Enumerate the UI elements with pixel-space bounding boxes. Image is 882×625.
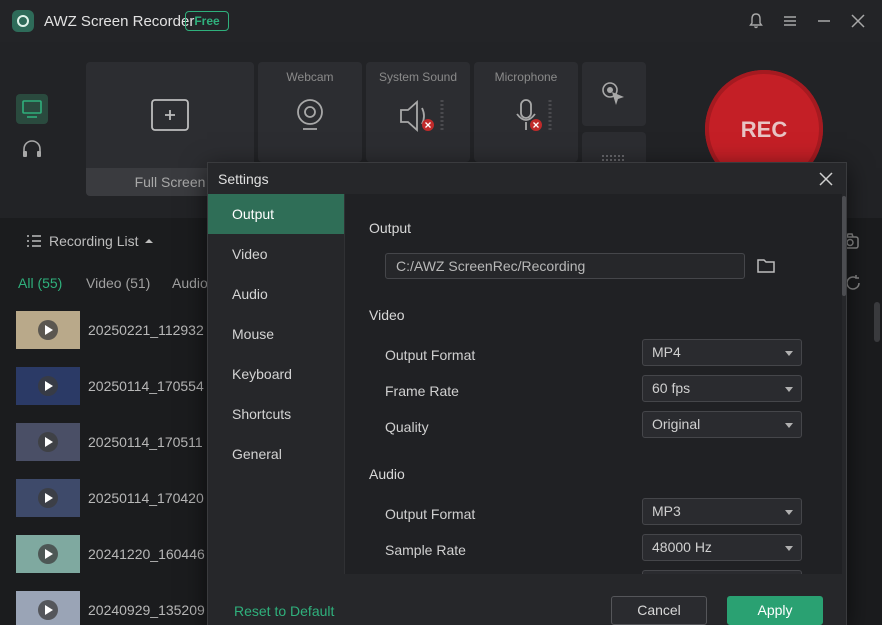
headphones-icon: [23, 140, 41, 157]
cancel-button[interactable]: Cancel: [611, 596, 707, 625]
chevron-down-icon: [785, 423, 793, 428]
audio-format-value: MP3: [652, 503, 681, 519]
recording-list-title[interactable]: Recording List: [49, 233, 139, 249]
settings-scrollbar[interactable]: [842, 196, 846, 296]
chevron-down-icon: [785, 387, 793, 392]
tab-audio[interactable]: Audio: [172, 275, 208, 291]
audio-format-select[interactable]: MP3: [642, 498, 802, 525]
recording-name: 20250114_170420: [88, 490, 204, 506]
dialog-title: Settings: [218, 171, 269, 187]
audio-section-title: Audio: [369, 466, 405, 482]
sort-up-icon[interactable]: [144, 237, 154, 245]
free-badge[interactable]: Free: [185, 11, 229, 31]
nav-keyboard[interactable]: Keyboard: [208, 354, 344, 394]
monitor-icon: [22, 100, 42, 118]
dialog-footer: Reset to Default Cancel Apply: [208, 574, 846, 625]
webcam-label: Webcam: [286, 70, 334, 84]
sample-rate-value: 48000 Hz: [652, 539, 712, 555]
rec-label: REC: [740, 117, 788, 142]
dialog-close-icon[interactable]: [816, 169, 836, 189]
list-item[interactable]: 20240929_135209: [16, 591, 216, 625]
nav-mouse[interactable]: Mouse: [208, 314, 344, 354]
recording-thumbnail: [16, 423, 80, 461]
frame-rate-select[interactable]: 60 fps: [642, 375, 802, 402]
recording-thumbnail: [16, 479, 80, 517]
chevron-down-icon: [785, 510, 793, 515]
recording-name: 20240929_135209: [88, 602, 205, 618]
audio-mode-button[interactable]: [16, 134, 48, 164]
nav-audio[interactable]: Audio: [208, 274, 344, 314]
settings-dialog: Settings Output Video Audio Mouse Keyboa…: [207, 162, 847, 625]
recording-name: 20250114_170554: [88, 378, 204, 394]
recording-thumbnail: [16, 311, 80, 349]
list-item[interactable]: 20250114_170420: [16, 479, 216, 519]
video-format-select[interactable]: MP4: [642, 339, 802, 366]
frame-rate-value: 60 fps: [652, 380, 691, 396]
app-title: AWZ Screen Recorder: [44, 13, 195, 30]
mouse-click-card[interactable]: [582, 62, 646, 126]
list-item[interactable]: 20241220_160446: [16, 535, 216, 575]
apply-button[interactable]: Apply: [727, 596, 823, 625]
play-icon[interactable]: [38, 544, 58, 564]
nav-video[interactable]: Video: [208, 234, 344, 274]
settings-content: Output C:/AWZ ScreenRec/Recording Video …: [344, 194, 842, 574]
close-icon[interactable]: [848, 11, 868, 31]
speaker-muted-icon: [400, 99, 444, 133]
list-item[interactable]: 20250114_170511: [16, 423, 216, 463]
microphone-card[interactable]: Microphone: [474, 62, 578, 162]
fullscreen-icon: [151, 99, 189, 131]
recording-name: 20250114_170511: [88, 434, 203, 450]
recording-name: 20250221_112932: [88, 322, 204, 338]
frame-rate-label: Frame Rate: [385, 383, 459, 399]
nav-output[interactable]: Output: [208, 194, 344, 234]
sample-rate-label: Sample Rate: [385, 542, 466, 558]
mic-muted-icon: [516, 99, 552, 132]
chevron-down-icon: [785, 351, 793, 356]
play-icon[interactable]: [38, 432, 58, 452]
cursor-click-icon: [602, 82, 624, 105]
play-icon[interactable]: [38, 488, 58, 508]
webcam-card[interactable]: Webcam: [258, 62, 362, 162]
list-icon: [27, 235, 41, 247]
output-section-title: Output: [369, 220, 412, 236]
recording-thumbnail: [16, 367, 80, 405]
title-bar: AWZ Screen Recorder Free: [0, 0, 882, 42]
output-path-field[interactable]: C:/AWZ ScreenRec/Recording: [385, 253, 745, 279]
settings-nav: Output Video Audio Mouse Keyboard Shortc…: [208, 194, 344, 574]
nav-general[interactable]: General: [208, 434, 344, 474]
recording-name: 20241220_160446: [88, 546, 205, 562]
recording-thumbnail: [16, 535, 80, 573]
video-section-title: Video: [369, 307, 405, 323]
app-logo-icon: [12, 10, 34, 32]
video-format-label: Output Format: [385, 347, 476, 363]
quality-select[interactable]: Original: [642, 411, 802, 438]
folder-icon[interactable]: [757, 258, 775, 274]
system-sound-label: System Sound: [378, 70, 458, 84]
list-item[interactable]: 20250221_112932: [16, 311, 216, 351]
sample-rate-select[interactable]: 48000 Hz: [642, 534, 802, 561]
play-icon[interactable]: [38, 600, 58, 620]
list-scrollbar[interactable]: [874, 302, 880, 342]
minimize-icon[interactable]: [814, 11, 834, 31]
play-icon[interactable]: [38, 376, 58, 396]
system-sound-card[interactable]: System Sound: [366, 62, 470, 162]
screen-mode-button[interactable]: [16, 94, 48, 124]
quality-value: Original: [652, 416, 701, 432]
list-item[interactable]: 20250114_170554: [16, 367, 216, 407]
audio-format-label: Output Format: [385, 506, 476, 522]
bell-icon[interactable]: [746, 11, 766, 31]
chevron-down-icon: [785, 546, 793, 551]
reset-to-default-link[interactable]: Reset to Default: [234, 603, 334, 619]
recording-thumbnail: [16, 591, 80, 625]
quality-label: Quality: [385, 419, 429, 435]
video-format-value: MP4: [652, 344, 681, 360]
nav-shortcuts[interactable]: Shortcuts: [208, 394, 344, 434]
tab-all[interactable]: All (55): [18, 275, 62, 291]
play-icon[interactable]: [38, 320, 58, 340]
menu-icon[interactable]: [780, 11, 800, 31]
microphone-label: Microphone: [494, 70, 558, 84]
webcam-icon: [297, 99, 323, 130]
tab-video[interactable]: Video (51): [86, 275, 150, 291]
